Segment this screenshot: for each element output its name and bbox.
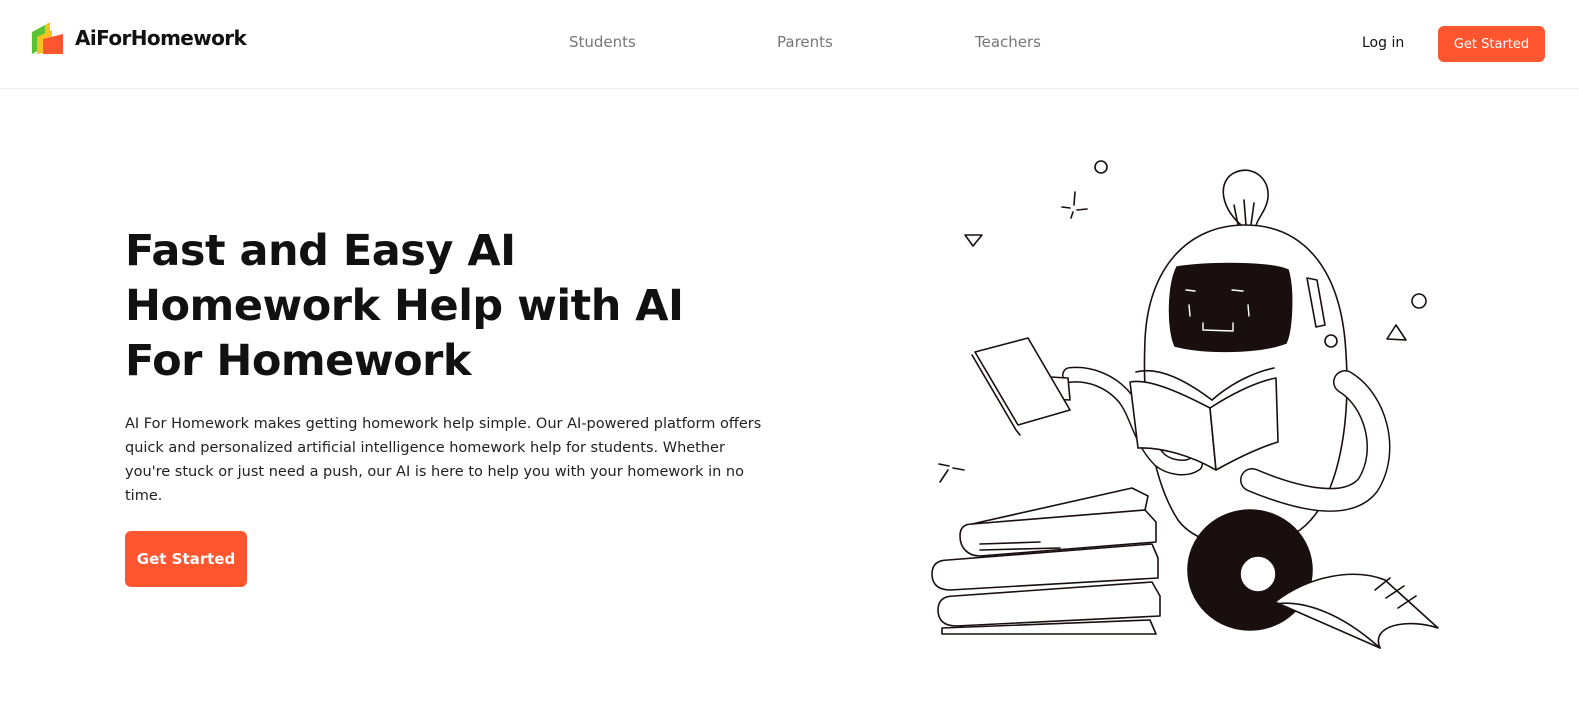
brand-logo[interactable]: AiForHomework (31, 22, 247, 54)
login-link[interactable]: Log in (1362, 35, 1404, 51)
site-header: AiForHomework Students Parents Teachers … (0, 0, 1579, 89)
robot-reading-book-illustration (931, 160, 1439, 649)
hero-title: Fast and Easy AI Homework Help with AI F… (125, 226, 684, 386)
hero-description: AI For Homework makes getting homework h… (125, 416, 762, 504)
nav-students[interactable]: Students (569, 33, 636, 51)
header-get-started-button[interactable]: Get Started (1438, 26, 1545, 62)
brand-name: AiForHomework (75, 26, 247, 50)
book-stack-logo-icon (32, 22, 63, 54)
nav-parents[interactable]: Parents (777, 33, 833, 51)
hero-get-started-button[interactable]: Get Started (125, 531, 247, 587)
nav-teachers[interactable]: Teachers (975, 33, 1041, 51)
